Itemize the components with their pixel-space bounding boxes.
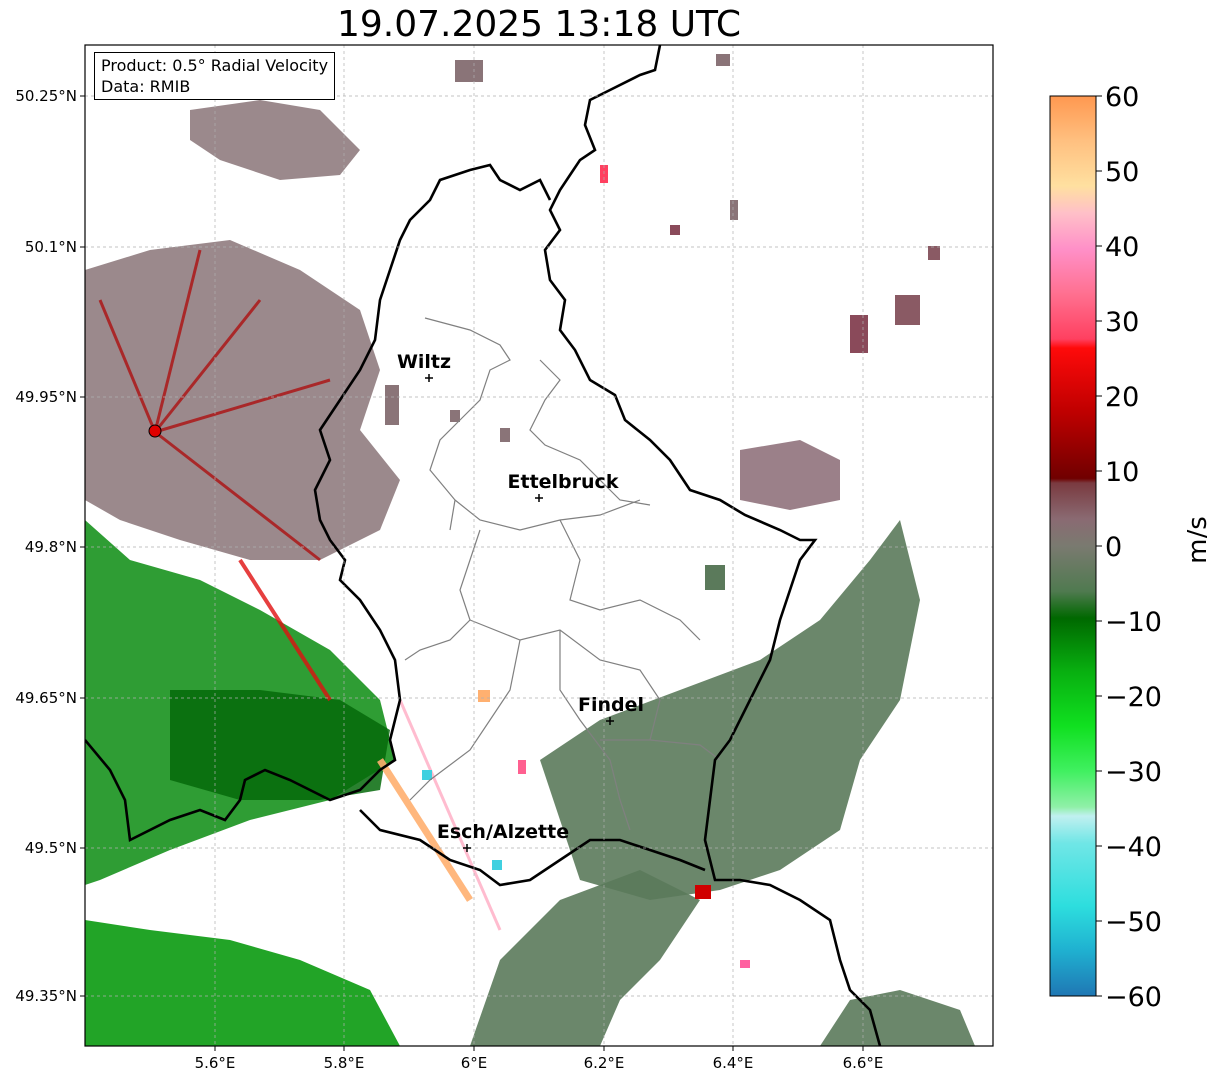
colorbar-tick-label: 30 [1105, 307, 1139, 338]
lat-label: 49.8°N [25, 538, 77, 556]
radar-map: 50.25°N 50.1°N 49.95°N 49.8°N 49.65°N 49… [15, 44, 1162, 1072]
colorbar-tick-label: −30 [1105, 757, 1162, 788]
lat-label: 49.95°N [15, 388, 77, 406]
colorbar-unit-label: m/s [1183, 516, 1207, 564]
lat-label: 50.1°N [25, 238, 77, 256]
lat-label: 49.5°N [25, 839, 77, 857]
colorbar-tick-label: −60 [1105, 982, 1162, 1013]
product-info-box: Product: 0.5° Radial Velocity Data: RMIB [94, 52, 336, 100]
colorbar-tick-label: 40 [1105, 232, 1139, 263]
colorbar-tick-label: −50 [1105, 907, 1162, 938]
lon-label: 6.6°E [843, 1054, 884, 1072]
data-source-label: Data: RMIB [101, 77, 191, 96]
colorbar-tick-label: 20 [1105, 382, 1139, 413]
city-label: Findel [578, 694, 644, 716]
lon-axis: 5.6°E 5.8°E 6°E 6.2°E 6.4°E 6.6°E [195, 1046, 884, 1072]
colorbar-tick-label: −10 [1105, 607, 1162, 638]
lat-axis: 50.25°N 50.1°N 49.95°N 49.8°N 49.65°N 49… [15, 87, 85, 1005]
city-label: Wiltz [397, 351, 451, 373]
lon-label: 6.4°E [713, 1054, 754, 1072]
colorbar [1049, 95, 1097, 997]
colorbar-tick-label: 10 [1105, 457, 1139, 488]
colorbar-tick-label: 50 [1105, 157, 1139, 188]
product-label: Product: 0.5° Radial Velocity [101, 56, 329, 75]
colorbar-tick-label: 60 [1105, 82, 1139, 113]
city-label: Esch/Alzette [437, 821, 569, 843]
lon-label: 6.2°E [584, 1054, 625, 1072]
colorbar-tick-label: −20 [1105, 682, 1162, 713]
lon-label: 6°E [461, 1054, 488, 1072]
lat-label: 50.25°N [15, 87, 77, 105]
lat-label: 49.65°N [15, 689, 77, 707]
lon-label: 5.6°E [195, 1054, 236, 1072]
city-label: Ettelbruck [508, 471, 619, 493]
colorbar-ticks: 60 50 40 30 20 10 0 −10 −20 −30 −40 −50 … [1096, 82, 1162, 1013]
lon-label: 5.8°E [324, 1054, 365, 1072]
radar-site-marker [148, 424, 162, 438]
lat-label: 49.35°N [15, 987, 77, 1005]
colorbar-tick-label: 0 [1105, 532, 1122, 563]
colorbar-tick-label: −40 [1105, 832, 1162, 863]
